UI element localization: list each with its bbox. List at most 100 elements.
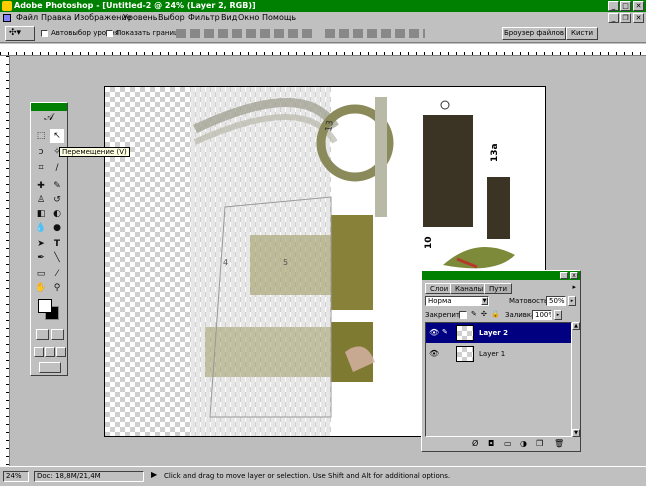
stamp-icon[interactable]: ♙ (34, 193, 48, 207)
menu-file[interactable]: Файл (16, 13, 38, 22)
zoom-field[interactable]: 24% (3, 471, 29, 482)
notes-icon[interactable]: ▭ (34, 267, 48, 281)
maximize-button[interactable]: □ (620, 1, 631, 11)
blend-mode-dropdown-icon[interactable]: ▼ (481, 297, 488, 305)
toolbox-header[interactable] (31, 103, 67, 111)
new-set-icon[interactable]: ▭ (504, 439, 512, 448)
dark-rect-small (487, 177, 510, 239)
screen-mode-2-button[interactable] (45, 347, 55, 357)
visibility-eye-icon[interactable]: 👁 (429, 328, 439, 337)
move-icon[interactable]: ↖ (50, 129, 64, 143)
label-13: 13 (324, 120, 336, 133)
visibility-eye-icon[interactable]: 👁 (429, 349, 439, 358)
label-13a: 13a (490, 143, 500, 162)
eraser-icon[interactable]: ◧ (34, 207, 48, 221)
opacity-slider-button[interactable]: ▸ (568, 296, 576, 306)
tab-file-browser[interactable]: Броузер файлов (502, 27, 566, 40)
healing-icon[interactable]: ✚ (34, 179, 48, 193)
pen-icon[interactable]: ✒ (34, 251, 48, 265)
lock-paint-icon[interactable]: ✎ (471, 310, 477, 318)
close-button[interactable]: ✕ (633, 1, 644, 11)
eyedropper-icon[interactable]: ⁄ (50, 267, 64, 281)
menu-help[interactable]: Помощь (262, 13, 296, 22)
layers-panel: x Слои Каналы Пути ▸ Норма ▼ Матовость: … (421, 270, 581, 452)
blur-icon[interactable]: 💧 (34, 221, 48, 235)
type-icon[interactable]: T (50, 237, 64, 251)
layers-panel-footer: Ø ◘ ▭ ◑ ❐ 🗑 (422, 439, 580, 451)
lock-move-icon[interactable]: ✣ (481, 310, 487, 318)
vertical-ruler (0, 56, 10, 466)
screen-mode-1-button[interactable] (34, 347, 44, 357)
marquee-icon[interactable]: ⬚ (34, 129, 48, 143)
align-buttons[interactable] (176, 29, 316, 38)
dodge-icon[interactable]: ● (50, 221, 64, 235)
lock-transparency-checkbox[interactable] (459, 311, 467, 319)
doc-close-button[interactable]: ✕ (633, 13, 644, 23)
tab-layers[interactable]: Слои (425, 283, 454, 294)
screen-mode-3-button[interactable] (56, 347, 66, 357)
doc-icon (3, 14, 11, 22)
shape-icon[interactable]: ╲ (50, 251, 64, 265)
brush-icon[interactable]: ✎ (50, 179, 64, 193)
window-title: Adobe Photoshop - [Untitled-2 @ 24% (Lay… (14, 1, 256, 10)
history-brush-icon[interactable]: ↺ (50, 193, 64, 207)
lock-all-icon[interactable]: 🔒 (491, 310, 500, 318)
lasso-icon[interactable]: ↄ (34, 145, 48, 159)
delete-layer-icon[interactable]: 🗑 (554, 439, 564, 448)
blend-mode-select[interactable]: Норма (425, 296, 489, 306)
bucket-icon[interactable]: ◐ (50, 207, 64, 221)
quick-mask-button[interactable] (51, 329, 64, 340)
slice-icon[interactable]: ∕ (50, 161, 64, 175)
fill-input[interactable]: 100% (532, 310, 552, 320)
layer-style-icon[interactable]: Ø (472, 439, 478, 448)
menu-filter[interactable]: Фильтр (188, 13, 220, 22)
menu-edit[interactable]: Правка (41, 13, 71, 22)
doc-minimize-button[interactable]: _ (608, 13, 619, 23)
show-bounds-checkbox[interactable] (106, 30, 113, 37)
opacity-label: Матовость: (509, 297, 551, 305)
ring-small (440, 100, 450, 110)
scroll-up-button[interactable]: ▲ (572, 322, 580, 330)
layers-panel-header[interactable]: x (422, 271, 580, 280)
menu-view[interactable]: Вид (221, 13, 237, 22)
crop-icon[interactable]: ⌗ (34, 161, 48, 175)
zoom-icon[interactable]: ⚲ (50, 281, 64, 295)
jump-to-imageready-button[interactable] (39, 362, 61, 373)
label-5: 5 (283, 258, 288, 267)
menu-select[interactable]: Выбор (158, 13, 185, 22)
app-icon (2, 1, 12, 11)
layer-row[interactable]: 👁 Layer 1 (426, 344, 571, 364)
hand-icon[interactable]: ✋ (34, 281, 48, 295)
new-layer-icon[interactable]: ❐ (536, 439, 543, 448)
status-bar: 24% Doc: 18,8M/21,4M ▶ Click and drag to… (0, 466, 646, 486)
distribute-buttons[interactable] (325, 29, 425, 38)
layer-mask-icon[interactable]: ◘ (488, 439, 494, 448)
panel-minimize-button[interactable] (560, 272, 568, 279)
scroll-down-button[interactable]: ▼ (572, 429, 580, 437)
menu-bar: Файл Правка Изображение Уровень Выбор Фи… (0, 12, 646, 24)
tab-paths[interactable]: Пути (484, 283, 513, 294)
tab-brushes[interactable]: Кисти (566, 27, 598, 40)
path-select-icon[interactable]: ➤ (34, 237, 48, 251)
status-arrow-icon[interactable]: ▶ (151, 470, 157, 479)
panel-menu-icon[interactable]: ▸ (572, 283, 576, 291)
auto-select-checkbox[interactable] (41, 30, 48, 37)
foreground-color-swatch[interactable] (38, 299, 52, 313)
brush-link-icon[interactable]: ✎ (442, 328, 448, 336)
minimize-button[interactable]: _ (608, 1, 619, 11)
adjustment-layer-icon[interactable]: ◑ (520, 439, 527, 448)
layer-row[interactable]: 👁 ✎ Layer 2 (426, 323, 571, 343)
tab-channels[interactable]: Каналы (450, 283, 489, 294)
opacity-input[interactable]: 50% (546, 296, 566, 306)
panel-close-button[interactable]: x (570, 272, 578, 279)
menu-window[interactable]: Окно (238, 13, 259, 22)
label-4: 4 (223, 258, 228, 267)
doc-restore-button[interactable]: ❐ (620, 13, 631, 23)
standard-mode-button[interactable] (36, 329, 49, 340)
label-10: 10 (424, 236, 434, 249)
layer-thumbnail (456, 346, 474, 362)
move-tool-preset-button[interactable]: ✣▾ (5, 26, 35, 41)
fill-slider-button[interactable]: ▸ (554, 310, 562, 320)
menu-layer[interactable]: Уровень (123, 13, 157, 22)
show-bounds-label: Показать границы (116, 29, 185, 37)
